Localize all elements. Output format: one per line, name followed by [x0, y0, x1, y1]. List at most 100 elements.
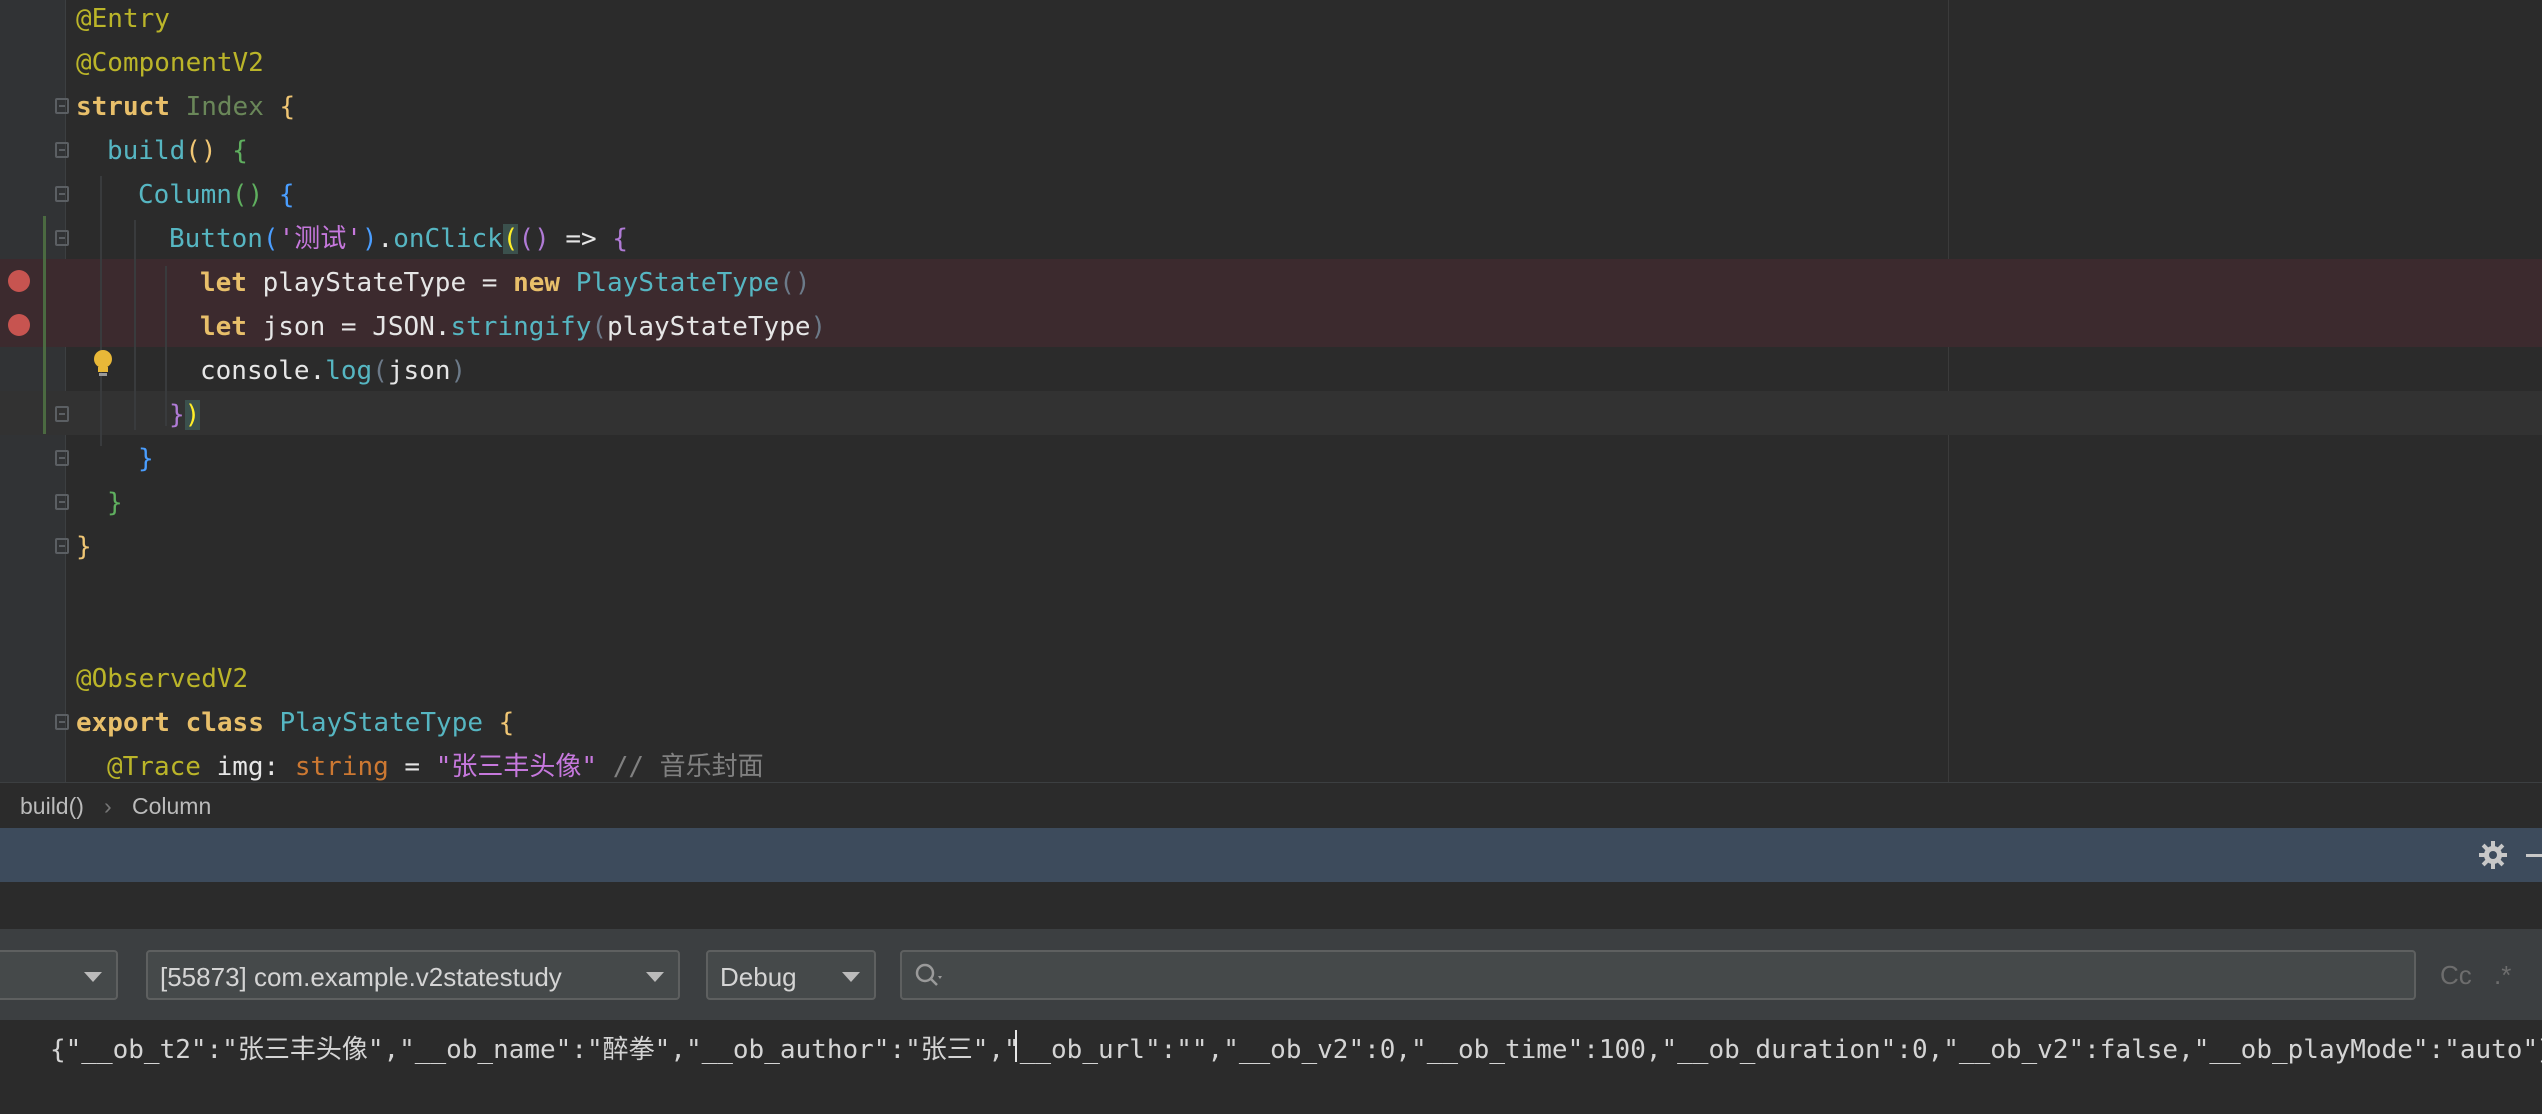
brace: }	[76, 532, 92, 562]
dot: .	[377, 224, 394, 254]
keyword: new	[513, 268, 561, 298]
code-line[interactable]: @Entry	[76, 0, 170, 41]
breakpoint-icon[interactable]	[8, 270, 30, 292]
log-line[interactable]: {"__ob_t2":"张三丰头像","__ob_name":"醉拳","__o…	[50, 1028, 2542, 1072]
chevron-down-icon	[842, 972, 860, 982]
indent-guide	[134, 220, 136, 430]
log-filter-bar: [55873] com.example.v2statestudy Debug C…	[0, 930, 2542, 1020]
brace: {	[232, 136, 248, 166]
code-line[interactable]: @ComponentV2	[76, 41, 264, 85]
fold-icon[interactable]	[55, 450, 69, 466]
fold-icon[interactable]	[55, 406, 69, 422]
code-line[interactable]: @ObservedV2	[76, 657, 248, 701]
paren: )	[450, 356, 467, 386]
breadcrumb-separator: ›	[104, 793, 112, 819]
match-case-toggle[interactable]: Cc	[2440, 960, 2472, 991]
fold-icon[interactable]	[55, 230, 69, 246]
class-name: PlayStateType	[279, 708, 484, 738]
search-input[interactable]	[956, 958, 2396, 992]
paren: ()	[518, 224, 550, 254]
code-line[interactable]: build() {	[107, 129, 248, 173]
caret-line-highlight	[0, 391, 2542, 435]
brace: {	[278, 180, 295, 210]
code-line[interactable]: Column() {	[138, 173, 295, 217]
brace: {	[498, 708, 515, 738]
log-search-field[interactable]	[900, 950, 2416, 1000]
device-dropdown[interactable]	[0, 950, 118, 1000]
argument: json	[387, 356, 451, 386]
code-line[interactable]: let json = JSON.stringify(playStateType)	[200, 305, 826, 349]
paren: ()	[185, 136, 217, 166]
arrow: =>	[549, 224, 613, 254]
log-text: __ob_url":"","__ob_v2":0,"__ob_time":100…	[1019, 1035, 2542, 1065]
code-line[interactable]: let playStateType = new PlayStateType()	[200, 261, 811, 305]
chevron-down-icon	[84, 972, 102, 982]
regex-toggle[interactable]: .*	[2494, 960, 2511, 991]
minimize-icon[interactable]	[2526, 854, 2542, 857]
indent-guide	[100, 176, 102, 446]
annotation: @ObservedV2	[76, 664, 249, 694]
code-editor[interactable]: @Entry @ComponentV2 struct Index { build…	[0, 0, 2542, 782]
breakpoint-icon[interactable]	[8, 314, 30, 336]
component-name: Button	[169, 224, 263, 254]
keyword: class	[185, 708, 264, 738]
paren: (	[262, 224, 279, 254]
tool-window-toolbar	[0, 882, 2542, 930]
paren: )	[361, 224, 378, 254]
fold-icon[interactable]	[55, 186, 69, 202]
identifier: img:	[200, 752, 295, 782]
operator: =	[388, 752, 436, 782]
component-name: Column	[138, 180, 232, 210]
comment: // 音乐封面	[597, 752, 764, 782]
process-dropdown-label: [55873] com.example.v2statestudy	[160, 962, 562, 992]
fold-icon[interactable]	[55, 538, 69, 554]
breadcrumb-item-column[interactable]: Column	[132, 793, 211, 820]
code-line[interactable]: Button('测试').onClick(() => {	[169, 217, 628, 261]
gear-icon[interactable]	[2478, 840, 2508, 870]
annotation: @Entry	[76, 4, 170, 34]
paren-matched: )	[184, 400, 201, 430]
code-line[interactable]: }	[107, 481, 123, 525]
code-line[interactable]: @Trace img: string = "张三丰头像" // 音乐封面	[107, 745, 764, 782]
brace: }	[138, 444, 154, 474]
method-name: stringify	[450, 312, 592, 342]
code-line[interactable]: }	[76, 525, 92, 569]
code-line[interactable]: }	[138, 437, 154, 481]
code-line[interactable]: console.log(json)	[200, 349, 466, 393]
paren: ()	[779, 268, 811, 298]
method-name: onClick	[393, 224, 503, 254]
annotation: @ComponentV2	[76, 48, 264, 78]
log-text: {"__ob_t2":"张三丰头像","__ob_name":"醉拳","__o…	[50, 1035, 1020, 1065]
fold-icon[interactable]	[55, 714, 69, 730]
class-name: PlayStateType	[575, 268, 780, 298]
code-line[interactable]: export class PlayStateType {	[76, 701, 514, 745]
fold-icon[interactable]	[55, 142, 69, 158]
search-icon[interactable]	[914, 962, 948, 990]
type-name: string	[294, 752, 389, 782]
brace: }	[169, 400, 185, 430]
tool-window-header	[0, 828, 2542, 882]
code-line[interactable]: })	[169, 393, 201, 437]
function-name: build	[107, 136, 186, 166]
annotation: @Trace	[107, 752, 201, 782]
vcs-change-marker[interactable]	[43, 216, 46, 434]
brace: {	[612, 224, 629, 254]
identifier: playStateType =	[246, 268, 514, 298]
fold-icon[interactable]	[55, 494, 69, 510]
class-name: Index	[185, 92, 264, 122]
method-name: log	[325, 356, 373, 386]
keyword: let	[200, 312, 247, 342]
identifier: console.	[200, 356, 326, 386]
paren: )	[810, 312, 827, 342]
log-output[interactable]: {"__ob_t2":"张三丰头像","__ob_name":"醉拳","__o…	[0, 1020, 2542, 1114]
identifier: json = JSON.	[246, 312, 451, 342]
log-level-dropdown[interactable]: Debug	[706, 950, 876, 1000]
paren: (	[591, 312, 608, 342]
breadcrumb-item-build[interactable]: build()	[20, 793, 84, 820]
process-dropdown[interactable]: [55873] com.example.v2statestudy	[146, 950, 680, 1000]
lightbulb-icon[interactable]	[92, 348, 114, 378]
code-line[interactable]: struct Index {	[76, 85, 295, 129]
fold-icon[interactable]	[55, 98, 69, 114]
string-literal: '测试'	[278, 224, 362, 254]
keyword: struct	[76, 92, 170, 122]
